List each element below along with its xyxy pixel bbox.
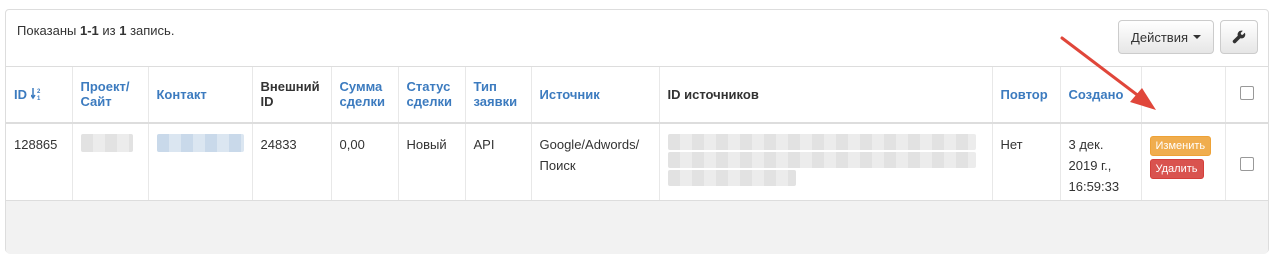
cell-external-id: 24833 [251,122,331,208]
redacted-source-ids-line3 [667,169,796,186]
column-header-repeat[interactable]: Повтор [991,66,1060,124]
column-external-line1: Внешний [260,79,320,95]
column-header-external-id: Внешний ID [251,66,331,124]
summary-middle: из [98,23,120,38]
cell-type: API [464,122,531,208]
cell-select [1224,122,1268,208]
cell-repeat: Нет [991,122,1060,208]
column-header-contact[interactable]: Контакт [147,66,252,124]
source-line1: Google/Adwords/ [539,136,640,152]
column-status-line1: Статус [406,79,451,95]
column-repeat-label: Повтор [1000,86,1048,102]
column-project-line2: Сайт [80,94,112,110]
column-header-id[interactable]: ID 2 1 [6,66,72,124]
redacted-project [80,133,133,152]
edit-button[interactable]: Изменить [1149,135,1212,156]
svg-text:1: 1 [37,96,41,101]
grid-panel: Показаны 1-1 из 1 запись. Действия ID 2 … [5,9,1269,254]
caret-down-icon [1193,35,1201,39]
table-row: 128865 24833 0,00 Новый API Google/Adwor… [6,122,1268,208]
table-header-row: ID 2 1 Проект/ Сайт Контакт Внешний ID С… [6,66,1268,124]
column-header-source[interactable]: Источник [530,66,659,124]
svg-text:2: 2 [37,89,41,95]
cell-created: 3 дек. 2019 г., 16:59:33 [1059,122,1141,208]
created-line3: 16:59:33 [1068,178,1120,194]
created-line1: 3 дек. [1068,136,1104,152]
cell-project [71,122,148,208]
column-header-actions [1140,66,1225,124]
column-type-line2: заявки [473,94,518,110]
redacted-source-ids-line2 [667,151,976,168]
actions-label: Действия [1131,29,1188,45]
source-line2: Поиск [539,157,576,173]
column-header-status[interactable]: Статус сделки [397,66,465,124]
column-sum-line2: сделки [339,94,385,110]
summary-suffix: запись. [126,23,175,38]
column-source-label: Источник [539,86,600,102]
cell-sum: 0,00 [330,122,398,208]
column-source-ids-label: ID источников [667,86,759,102]
column-external-line2: ID [260,94,274,110]
data-table: ID 2 1 Проект/ Сайт Контакт Внешний ID С… [6,66,1268,208]
cell-source: Google/Adwords/ Поиск [530,122,659,208]
column-project-line1: Проект/ [80,79,130,95]
column-header-project[interactable]: Проект/ Сайт [71,66,148,124]
column-contact-label: Контакт [156,86,207,102]
sort-numeric-desc-icon: 2 1 [30,87,41,102]
summary-prefix: Показаны [17,23,80,38]
grid-footer [6,200,1268,254]
settings-button[interactable] [1220,20,1258,54]
column-id-label: ID [14,86,27,102]
cell-source-ids [658,122,992,208]
cell-row-actions: Изменить Удалить [1140,122,1225,208]
column-sum-line1: Сумма [339,79,383,95]
column-header-created[interactable]: Создано [1059,66,1141,124]
cell-contact[interactable] [147,122,252,208]
column-status-line2: сделки [406,94,452,110]
row-checkbox[interactable] [1239,156,1254,171]
column-header-sum[interactable]: Сумма сделки [330,66,398,124]
delete-button[interactable]: Удалить [1149,158,1204,179]
column-created-label: Создано [1068,86,1124,102]
cell-id: 128865 [6,122,72,208]
redacted-contact-link[interactable] [156,133,244,152]
cell-status: Новый [397,122,465,208]
summary-text: Показаны 1-1 из 1 запись. [17,23,174,38]
column-header-source-ids: ID источников [658,66,992,124]
column-header-select-all [1224,66,1268,124]
wrench-icon [1232,30,1246,44]
created-line2: 2019 г., [1068,157,1112,173]
column-header-type[interactable]: Тип заявки [464,66,531,124]
column-type-line1: Тип [473,79,497,95]
select-all-checkbox[interactable] [1239,85,1254,100]
actions-dropdown-button[interactable]: Действия [1118,20,1214,54]
summary-range: 1-1 [79,23,99,38]
redacted-source-ids-line1 [667,133,976,150]
